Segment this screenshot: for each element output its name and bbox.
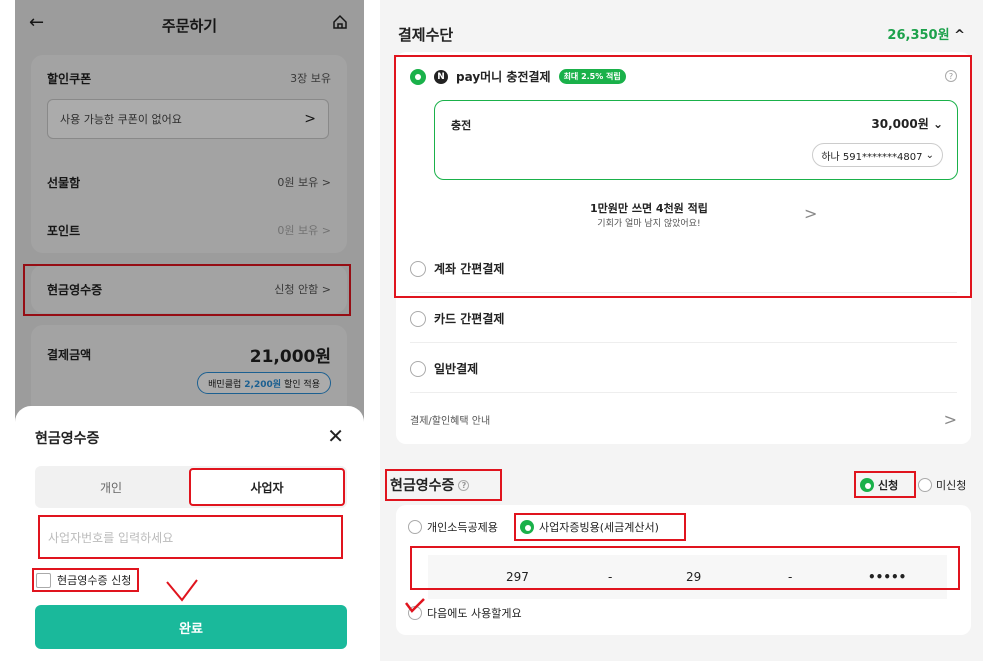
- apply-checkbox[interactable]: 현금영수증 신청: [32, 568, 140, 592]
- radio-unselected[interactable]: [410, 360, 426, 377]
- cash-receipt-sheet: 현금영수증 ✕ 개인 사업자 사업자번호를 입력하세요 현금영수증 신청 완료: [15, 406, 364, 661]
- chevron-right-icon: >: [943, 410, 957, 429]
- business-number-input[interactable]: 사업자번호를 입력하세요: [38, 515, 343, 559]
- divider: [410, 392, 957, 393]
- help-icon[interactable]: ?: [458, 479, 470, 491]
- option-label: 일반결제: [434, 362, 479, 376]
- total-amount: 26,350원: [887, 28, 950, 43]
- mobile-order-panel: ← 주문하기 할인쿠폰 3장 보유 사용 가능한 쿠폰이 없어요 > 선물함 0…: [15, 0, 364, 661]
- chevron-up-icon: ^: [954, 28, 965, 43]
- personal-label: 개인소득공제용: [427, 521, 498, 534]
- highlight-box: [410, 546, 960, 590]
- screen: ← 주문하기 할인쿠폰 3장 보유 사용 가능한 쿠폰이 없어요 > 선물함 0…: [0, 0, 983, 661]
- tab-business[interactable]: 사업자: [189, 468, 345, 506]
- option-general[interactable]: 일반결제: [410, 360, 478, 377]
- apply-radio[interactable]: 신청: [860, 477, 898, 493]
- checkbox-box[interactable]: [36, 572, 51, 588]
- cash-receipt-title: 현금영수증 ?: [390, 475, 470, 495]
- business-number-placeholder: 사업자번호를 입력하세요: [48, 530, 174, 545]
- remember-label: 다음에도 사용할게요: [427, 607, 522, 620]
- business-radio[interactable]: 사업자증빙용(세금계산서): [520, 519, 659, 535]
- not-apply-label: 미신청: [936, 479, 967, 492]
- personal-radio[interactable]: 개인소득공제용: [408, 519, 498, 535]
- payment-method-title: 결제수단: [398, 26, 454, 44]
- check-mark-annotation: [166, 579, 198, 602]
- checkbox-label: 현금영수증 신청: [57, 574, 132, 587]
- apply-label: 신청: [878, 479, 899, 492]
- benefit-link[interactable]: 결제/할인혜택 안내: [410, 412, 490, 427]
- sheet-title: 현금영수증: [35, 431, 100, 447]
- divider: [410, 342, 957, 343]
- business-label: 사업자증빙용(세금계산서): [539, 521, 659, 534]
- payment-total[interactable]: 26,350원 ^: [887, 24, 965, 43]
- not-apply-radio[interactable]: 미신청: [918, 477, 966, 493]
- radio-unselected[interactable]: [918, 478, 932, 492]
- close-icon[interactable]: ✕: [327, 424, 344, 448]
- cash-receipt-card: 개인소득공제용 사업자증빙용(세금계산서) 297 - 29 - ••••• 다…: [396, 505, 971, 635]
- radio-unselected[interactable]: [410, 310, 426, 327]
- radio-selected[interactable]: [520, 520, 534, 534]
- radio-selected[interactable]: [860, 478, 874, 492]
- radio-unselected[interactable]: [408, 520, 422, 534]
- highlight-box: [394, 55, 972, 298]
- receipt-type-tabs: 개인 사업자: [35, 466, 347, 508]
- cash-receipt-title-text: 현금영수증: [390, 478, 455, 494]
- option-label: 카드 간편결제: [434, 312, 505, 326]
- check-mark-annotation: [405, 598, 425, 613]
- option-card[interactable]: 카드 간편결제: [410, 310, 504, 327]
- tab-personal[interactable]: 개인: [35, 466, 187, 508]
- confirm-button[interactable]: 완료: [35, 605, 347, 649]
- checkout-panel: 결제수단 26,350원 ^ N pay머니 충전결제 최대 2.5% 적립 ?…: [380, 0, 983, 661]
